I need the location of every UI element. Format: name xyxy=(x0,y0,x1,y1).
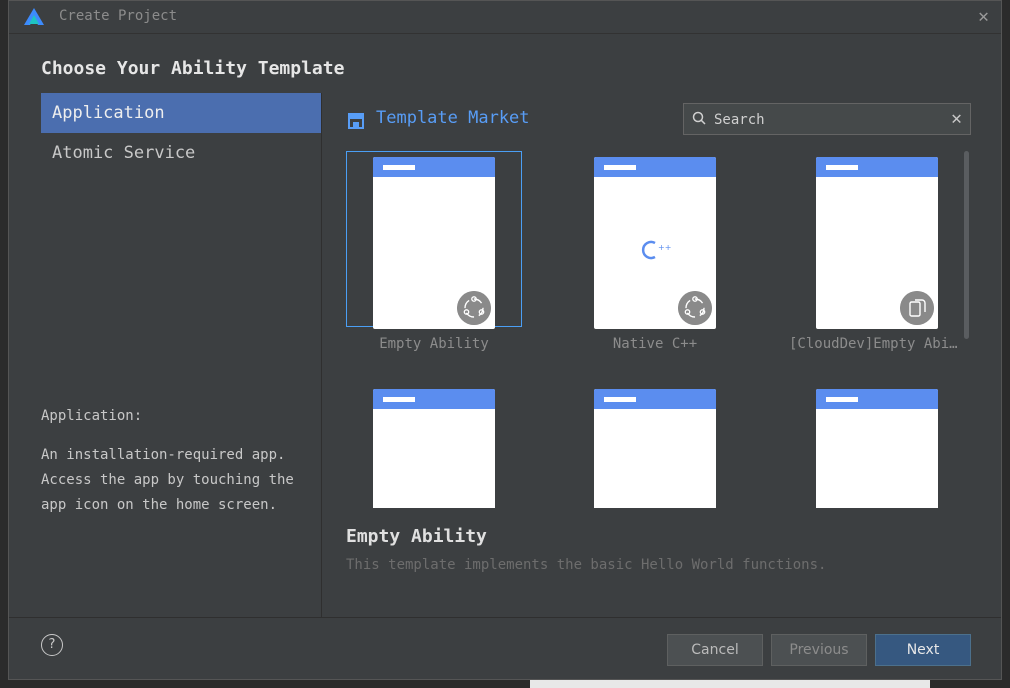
template-label: [CloudDev]Empty Ability xyxy=(789,336,965,352)
clear-search-icon[interactable]: ✕ xyxy=(951,108,962,129)
search-icon xyxy=(692,111,706,125)
template-preview xyxy=(816,157,938,329)
template-preview xyxy=(816,389,938,508)
sidebar-item-atomic-service[interactable]: Atomic Service xyxy=(41,133,321,173)
close-icon[interactable]: ✕ xyxy=(978,6,989,27)
background-editor xyxy=(0,0,8,688)
title-bar: Create Project ✕ xyxy=(9,1,1001,34)
cancel-button[interactable]: Cancel xyxy=(667,634,763,666)
template-label: Empty Ability xyxy=(379,336,489,352)
sidebar-item-application[interactable]: Application xyxy=(41,93,321,133)
create-project-dialog: Create Project ✕ Choose Your Ability Tem… xyxy=(8,0,1002,680)
window-title: Create Project xyxy=(59,8,178,24)
template-grid-scrollbar[interactable] xyxy=(964,151,969,339)
template-card-clouddev-empty-ability[interactable]: [CloudDev]Empty Ability xyxy=(789,151,965,352)
page-title: Choose Your Ability Template xyxy=(41,58,345,79)
cpp-icon: ++ xyxy=(641,240,671,260)
template-market-link[interactable]: Template Market xyxy=(376,108,530,128)
search-input[interactable] xyxy=(712,104,936,136)
template-card[interactable] xyxy=(567,383,743,508)
ability-icon xyxy=(678,291,712,325)
cloud-device-icon xyxy=(900,291,934,325)
template-detail-title: Empty Ability xyxy=(346,526,487,547)
previous-button[interactable]: Previous xyxy=(771,634,867,666)
template-card[interactable] xyxy=(789,383,965,508)
template-card[interactable] xyxy=(346,383,522,508)
store-icon xyxy=(348,113,364,129)
next-button[interactable]: Next xyxy=(875,634,971,666)
template-preview xyxy=(594,389,716,508)
template-card-native-cpp[interactable]: ++ Native C++ xyxy=(567,151,743,352)
footer-divider xyxy=(9,617,1001,618)
panel-divider xyxy=(321,93,322,617)
template-detail-description: This template implements the basic Hello… xyxy=(346,557,827,573)
template-preview xyxy=(373,389,495,508)
category-description: An installation-required app. Access the… xyxy=(41,447,294,513)
search-field[interactable]: ✕ xyxy=(683,103,971,136)
svg-text:++: ++ xyxy=(658,243,671,252)
help-icon[interactable]: ? xyxy=(41,634,63,656)
category-description-title: Application: xyxy=(41,408,143,424)
template-grid: Empty Ability ++ Native C++ [CloudDev]Em… xyxy=(331,146,971,508)
background-window xyxy=(530,680,930,688)
template-preview xyxy=(373,157,495,329)
template-label: Native C++ xyxy=(612,336,698,352)
ability-icon xyxy=(457,291,491,325)
template-card-empty-ability[interactable]: Empty Ability xyxy=(346,151,522,352)
app-logo-icon xyxy=(24,8,44,25)
template-preview: ++ xyxy=(594,157,716,329)
category-list: Application Atomic Service xyxy=(41,93,321,173)
